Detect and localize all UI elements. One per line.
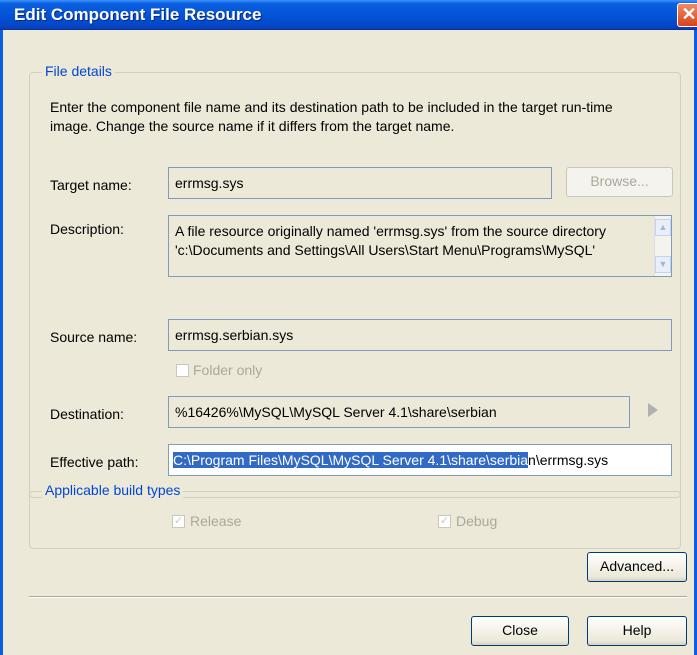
description-label: Description: bbox=[50, 221, 124, 237]
file-details-group: File details Enter the component file na… bbox=[29, 63, 681, 498]
effective-path-field[interactable]: C:\Program Files\MySQL\MySQL Server 4.1\… bbox=[168, 444, 672, 476]
target-name-field[interactable]: errmsg.sys bbox=[168, 167, 552, 199]
intro-text: Enter the component file name and its de… bbox=[50, 98, 680, 136]
destination-label: Destination: bbox=[50, 406, 124, 422]
button-separator bbox=[29, 596, 687, 598]
help-button[interactable]: Help bbox=[587, 616, 687, 646]
window-title: Edit Component File Resource bbox=[14, 5, 262, 24]
effective-path-label: Effective path: bbox=[50, 454, 139, 470]
dialog-body: File details Enter the component file na… bbox=[0, 30, 697, 655]
destination-field[interactable]: %16426%\MySQL\MySQL Server 4.1\share\ser… bbox=[168, 396, 630, 428]
debug-checkbox[interactable]: ✓ bbox=[438, 515, 451, 528]
file-details-legend: File details bbox=[42, 63, 115, 79]
release-label: Release bbox=[190, 513, 242, 529]
browse-button[interactable]: Browse... bbox=[566, 167, 673, 197]
effective-path-rest: n\errmsg.sys bbox=[528, 452, 609, 468]
title-bar: Edit Component File Resource ✕ bbox=[0, 0, 697, 30]
source-name-label: Source name: bbox=[50, 329, 138, 345]
scroll-up-icon[interactable]: ▲ bbox=[655, 219, 671, 236]
description-scrollbar[interactable]: ▲ ▼ bbox=[654, 216, 671, 276]
description-field[interactable]: A file resource originally named 'errmsg… bbox=[168, 215, 672, 277]
description-line-2: 'c:\Documents and Settings\All Users\Sta… bbox=[175, 242, 596, 258]
close-button[interactable]: Close bbox=[471, 616, 569, 646]
intro-line-2: image. Change the source name if it diff… bbox=[50, 118, 455, 134]
play-arrow-icon[interactable] bbox=[648, 403, 658, 417]
intro-line-1: Enter the component file name and its de… bbox=[50, 99, 613, 115]
scroll-down-icon[interactable]: ▼ bbox=[655, 256, 671, 273]
source-name-field[interactable]: errmsg.serbian.sys bbox=[168, 319, 672, 351]
close-window-button[interactable]: ✕ bbox=[677, 3, 697, 27]
advanced-button[interactable]: Advanced... bbox=[587, 552, 687, 582]
close-icon: ✕ bbox=[681, 4, 697, 24]
description-line-1: A file resource originally named 'errmsg… bbox=[175, 223, 606, 239]
folder-only-checkbox[interactable] bbox=[176, 364, 189, 377]
debug-label: Debug bbox=[456, 513, 498, 529]
release-checkbox[interactable]: ✓ bbox=[172, 515, 185, 528]
build-types-group: Applicable build types ✓ Release ✓ Debug bbox=[29, 482, 681, 549]
target-name-label: Target name: bbox=[50, 177, 132, 193]
build-types-legend: Applicable build types bbox=[42, 482, 184, 498]
folder-only-label: Folder only bbox=[193, 362, 263, 378]
effective-path-selection: C:\Program Files\MySQL\MySQL Server 4.1\… bbox=[173, 452, 529, 468]
